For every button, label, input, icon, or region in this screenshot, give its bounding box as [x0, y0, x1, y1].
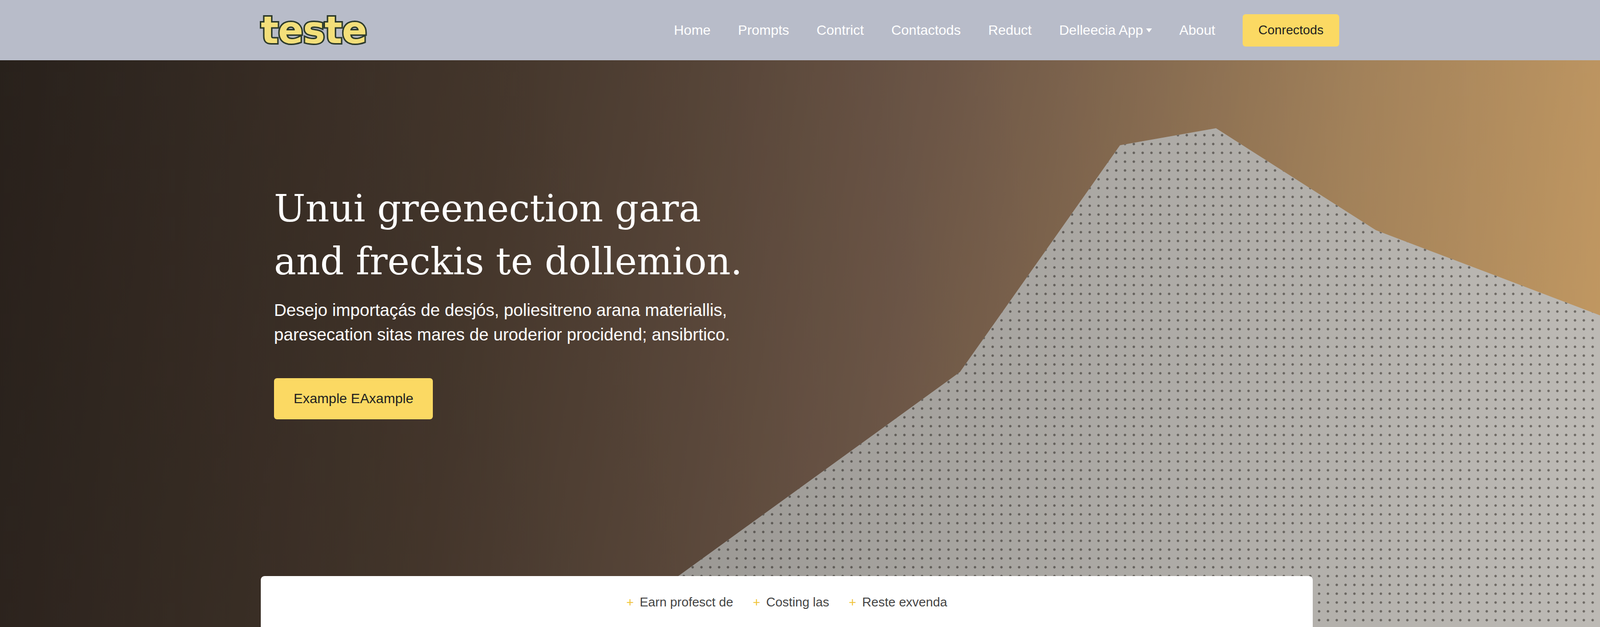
logo[interactable]: teste: [260, 11, 367, 50]
hero-button[interactable]: Example EAxample: [274, 378, 433, 420]
feature-card: +Earn profesct de +Costing las +Reste exve…: [260, 576, 1313, 627]
hero: Unui greenection garaand freckis te doll…: [0, 60, 1600, 627]
hero-photo: [0, 60, 1600, 627]
hero-title: Unui greenection garaand freckis te doll…: [274, 182, 743, 289]
plus-icon: +: [626, 593, 634, 613]
feature-item: +Reste exvenda: [849, 593, 948, 613]
navbar: teste Home Prompts Contrict Contactods Reduct…: [0, 0, 1600, 61]
plus-icon: +: [849, 593, 857, 613]
feature-item: +Costing las: [752, 593, 830, 613]
plus-icon: +: [752, 593, 761, 613]
nav-link[interactable]: About: [1179, 20, 1216, 41]
nav-link[interactable]: Reduct: [988, 20, 1032, 41]
hero-subtitle: Desejo importaçás de desjós, poliesitren…: [274, 298, 730, 348]
cta-button[interactable]: Conrectods: [1242, 14, 1340, 47]
nav-link[interactable]: Home: [674, 20, 711, 41]
page: teste Home Prompts Contrict Contactods Reduct…: [0, 0, 1600, 627]
nav-link[interactable]: Prompts: [738, 20, 790, 41]
nav-link[interactable]: Contrict: [816, 20, 864, 41]
nav-menu: Home Prompts Contrict Contactods Reduct Delle…: [674, 14, 1340, 47]
nav-link[interactable]: Contactods: [891, 20, 961, 41]
caret-down-icon: [1146, 28, 1152, 33]
feature-item: +Earn profesct de: [626, 593, 734, 613]
nav-link[interactable]: Delleecia App: [1059, 20, 1152, 41]
